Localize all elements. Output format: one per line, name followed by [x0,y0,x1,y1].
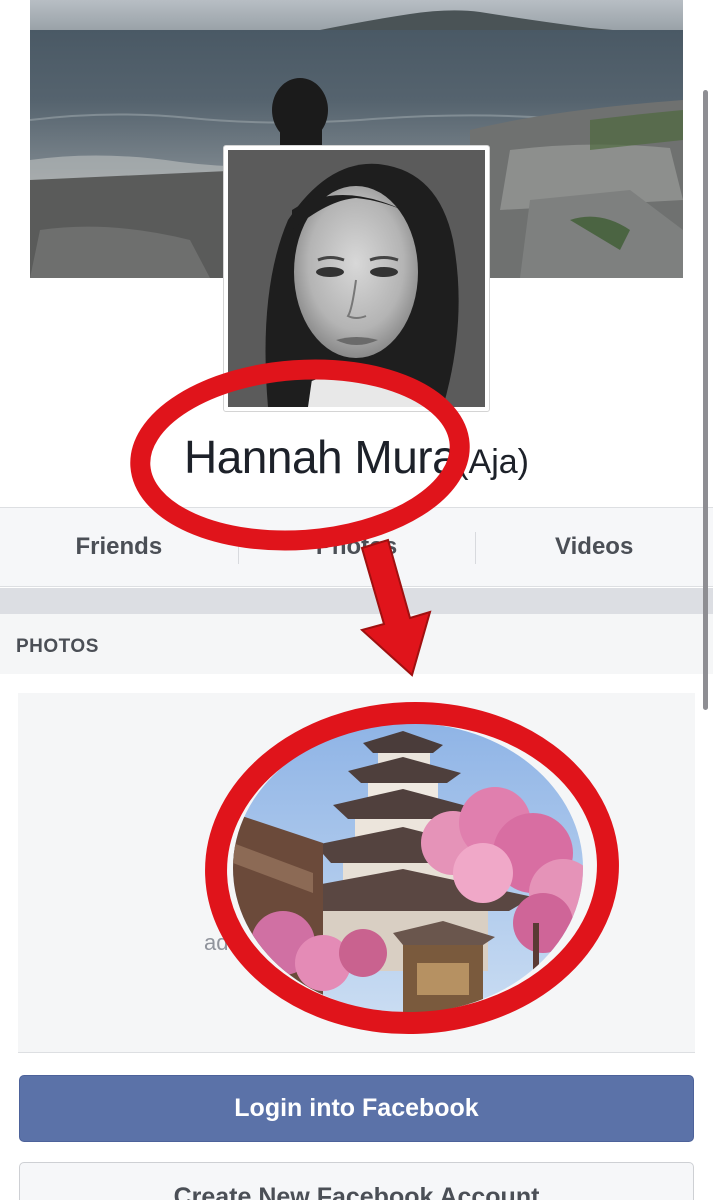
profile-name-alternate: (Aja) [457,443,529,481]
scrollbar[interactable] [703,90,708,710]
tab-videos[interactable]: Videos [475,508,713,586]
login-button[interactable]: Login into Facebook [19,1075,694,1142]
create-account-button[interactable]: Create New Facebook Account [19,1162,694,1200]
profile-photo-image [228,150,485,407]
section-divider [0,588,713,614]
profile-tabs: Friends Photos Videos [0,507,713,587]
tab-friends[interactable]: Friends [0,508,238,586]
profile-page: Hannah Mura(Aja) Friends Photos Videos P… [0,0,713,1200]
photos-section-heading: PHOTOS [16,636,99,657]
profile-picture[interactable] [223,145,490,412]
photos-card: ad [18,693,695,1053]
photos-section-header: PHOTOS [0,614,713,674]
tab-photos[interactable]: Photos [237,508,476,586]
pagoda-photo[interactable] [233,723,583,1013]
profile-name: Hannah Mura(Aja) [0,430,713,484]
photos-partial-text: ad [204,930,229,955]
profile-name-main: Hannah Mura [183,431,458,483]
